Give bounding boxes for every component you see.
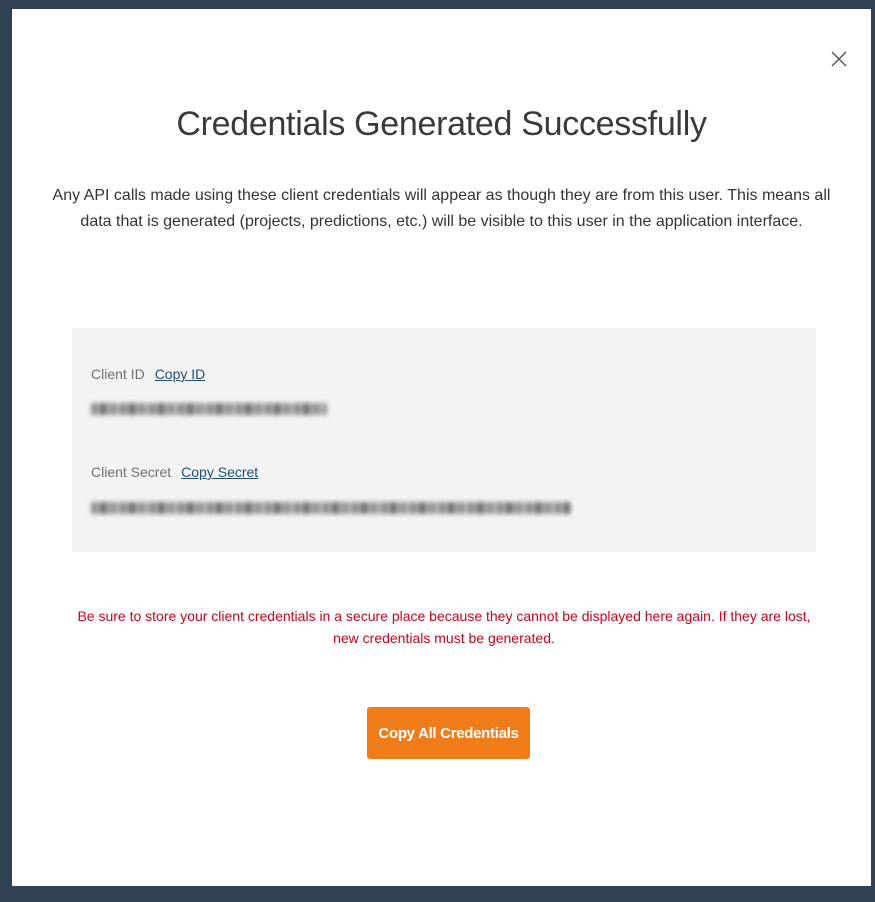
modal-title: Credentials Generated Successfully: [176, 105, 707, 143]
close-icon: [831, 51, 847, 67]
modal-description: Any API calls made using these client cr…: [52, 187, 831, 230]
client-id-label: Client ID: [91, 366, 145, 382]
credentials-modal: Credentials Generated Successfully Any A…: [12, 9, 871, 886]
credentials-panel: Client ID Copy ID Client Secret Copy Secre…: [72, 328, 816, 552]
close-button[interactable]: [829, 49, 849, 69]
client-id-row: Client ID Copy ID: [91, 366, 205, 382]
client-id-value: [91, 403, 327, 415]
client-secret-value: [91, 502, 571, 514]
copy-id-link[interactable]: Copy ID: [155, 366, 206, 382]
warning-message: Be sure to store your client credentials…: [77, 608, 811, 646]
copy-all-credentials-button[interactable]: Copy All Credentials: [367, 707, 530, 759]
client-secret-label: Client Secret: [91, 464, 172, 480]
client-secret-row: Client Secret Copy Secret: [91, 464, 258, 480]
copy-secret-link[interactable]: Copy Secret: [181, 464, 258, 480]
